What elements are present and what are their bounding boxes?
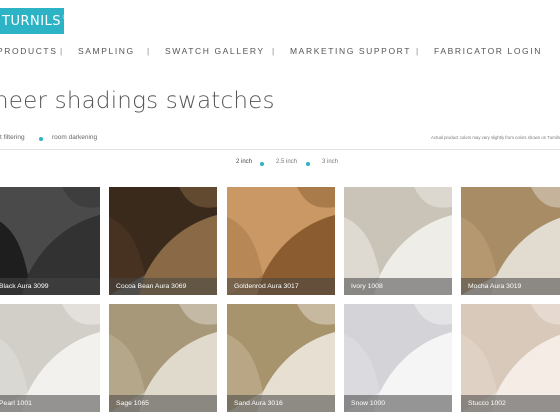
color-disclaimer: Actual product colors may vary slightly … — [431, 135, 560, 140]
nav-item-marketing-support[interactable]: MARKETING SUPPORT — [290, 46, 411, 56]
swatch-tile[interactable]: Ivory 1008 — [344, 187, 452, 295]
swatch-label: Sage 1065 — [109, 395, 217, 412]
swatch-label: Stucco 1002 — [461, 395, 560, 412]
swatch-label: Snow 1000 — [344, 395, 452, 412]
filter-bar: t filtering room darkening Actual produc… — [0, 130, 560, 150]
nav-item-sampling[interactable]: SAMPLING — [78, 46, 135, 56]
width-selector: 2 inch 2.5 inch 3 inch — [0, 159, 560, 171]
main-nav: PRODUCTS | SAMPLING | SWATCH GALLERY | M… — [0, 46, 560, 60]
filter-light-filtering[interactable]: t filtering — [0, 134, 25, 141]
nav-separator: | — [416, 46, 419, 56]
width-dot-icon — [260, 162, 264, 166]
width-option-2-inch[interactable]: 2 inch — [236, 159, 252, 165]
swatch-label: Cocoa Bean Aura 3069 — [109, 278, 217, 295]
nav-separator: | — [272, 46, 275, 56]
filter-room-darkening[interactable]: room darkening — [52, 134, 97, 141]
registered-mark: ® — [62, 14, 69, 21]
width-option-3-inch[interactable]: 3 inch — [322, 159, 338, 165]
swatch-tile[interactable]: Pearl 1001 — [0, 304, 100, 412]
nav-item-swatch-gallery[interactable]: SWATCH GALLERY — [165, 46, 265, 56]
swatch-tile[interactable]: Black Aura 3099 — [0, 187, 100, 295]
swatch-label: Black Aura 3099 — [0, 278, 100, 295]
width-option-2-5-inch[interactable]: 2.5 inch — [276, 159, 297, 165]
swatch-tile[interactable]: Sage 1065 — [109, 304, 217, 412]
nav-separator: | — [147, 46, 150, 56]
swatch-label: Pearl 1001 — [0, 395, 100, 412]
logo-text: TURNILS — [2, 13, 62, 29]
nav-separator: | — [60, 46, 63, 56]
width-dot-icon — [306, 162, 310, 166]
swatch-tile[interactable]: Goldenrod Aura 3017 — [227, 187, 335, 295]
swatch-tile[interactable]: Sand Aura 3016 — [227, 304, 335, 412]
filter-dot-icon — [39, 137, 43, 141]
swatch-label: Mocha Aura 3019 — [461, 278, 560, 295]
nav-item-products[interactable]: PRODUCTS — [0, 46, 58, 56]
swatch-label: Ivory 1008 — [344, 278, 452, 295]
nav-item-fabricator-login[interactable]: FABRICATOR LOGIN — [434, 46, 542, 56]
swatch-label: Sand Aura 3016 — [227, 395, 335, 412]
turnils-logo[interactable]: TURNILS ® — [0, 8, 68, 34]
swatch-label: Goldenrod Aura 3017 — [227, 278, 335, 295]
swatch-tile[interactable]: Cocoa Bean Aura 3069 — [109, 187, 217, 295]
swatch-tile[interactable]: Snow 1000 — [344, 304, 452, 412]
swatch-tile[interactable]: Mocha Aura 3019 — [461, 187, 560, 295]
swatch-tile[interactable]: Stucco 1002 — [461, 304, 560, 412]
page-title: heer shadings swatches — [0, 88, 275, 114]
